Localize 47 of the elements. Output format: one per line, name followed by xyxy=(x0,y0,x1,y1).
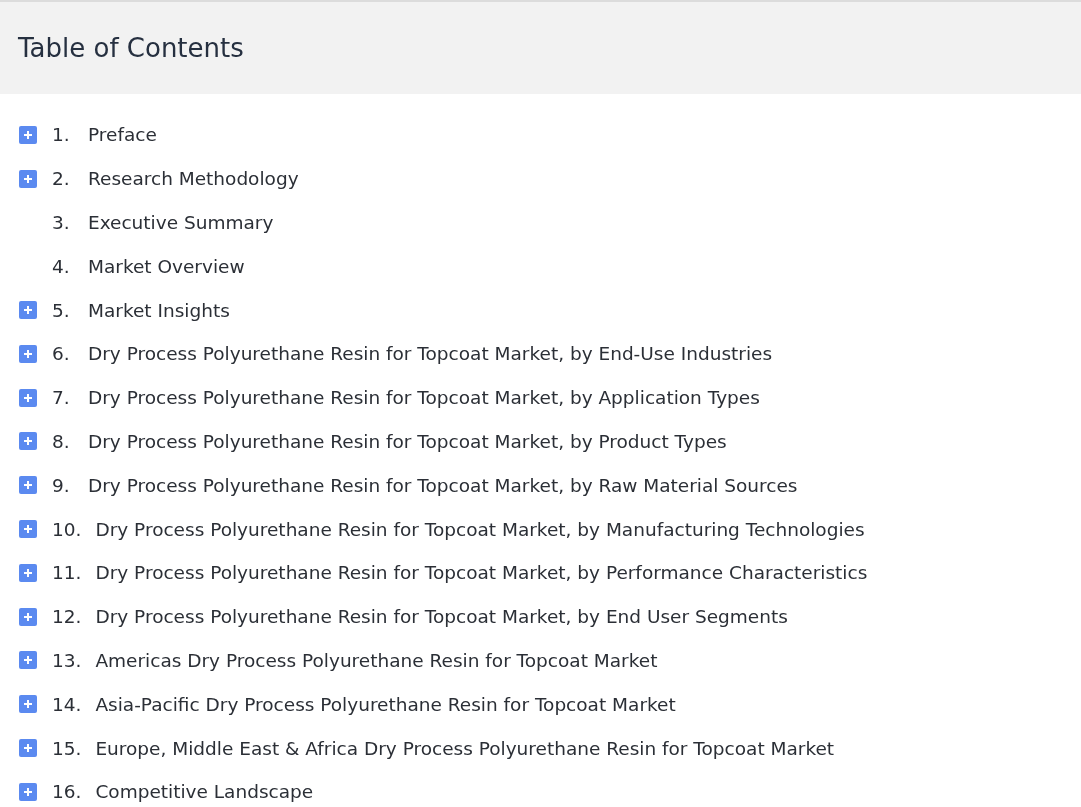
section-title: Table of Contents xyxy=(18,33,244,63)
expand-icon[interactable] xyxy=(19,607,37,626)
toc-link[interactable]: Americas Dry Process Polyurethane Resin for Topcoat Market xyxy=(95,649,658,671)
item-number: 5. xyxy=(52,299,71,321)
expand-icon[interactable] xyxy=(19,344,37,363)
item-number: 15. xyxy=(52,737,82,759)
toc-link[interactable]: Dry Process Polyurethane Resin for Topcoat Market, by End-Use Industries xyxy=(88,343,773,365)
toc-link[interactable]: Dry Process Polyurethane Resin for Topcoat Market, by Performance Characteristics xyxy=(95,562,868,584)
item-number: 3. xyxy=(52,212,71,233)
toc-link[interactable]: Dry Process Polyurethane Resin for Topcoat Market, by Product Types xyxy=(88,430,727,452)
item-number: 1. xyxy=(52,124,71,146)
item-number: 9. xyxy=(52,474,71,496)
toc-link[interactable]: Market Overview xyxy=(88,255,245,277)
toc-link[interactable]: Dry Process Polyurethane Resin for Topcoat Market, by Manufacturing Technologies xyxy=(95,518,865,540)
expand-icon[interactable] xyxy=(19,782,37,801)
item-number: 16. xyxy=(52,781,82,803)
item-number: 12. xyxy=(52,606,82,628)
item-number: 10. xyxy=(52,518,82,540)
item-number: 6. xyxy=(52,343,71,365)
item-number: 2. xyxy=(52,168,71,190)
toc-link[interactable]: Competitive Landscape xyxy=(95,781,314,803)
toc-link[interactable]: Dry Process Polyurethane Resin for Topcoat Market, by Raw Material Sources xyxy=(88,474,798,496)
expand-icon[interactable] xyxy=(19,432,37,451)
expand-icon[interactable] xyxy=(19,520,37,539)
expand-icon[interactable] xyxy=(19,169,37,188)
item-number: 11. xyxy=(52,562,82,584)
toc-link[interactable]: Executive Summary xyxy=(88,212,274,233)
toc-link[interactable]: Europe, Middle East & Africa Dry Process Polyurethane Resin for Topcoat Market xyxy=(95,737,835,759)
item-number: 8. xyxy=(52,430,71,452)
expand-icon[interactable] xyxy=(19,301,37,320)
item-number: 4. xyxy=(52,255,71,277)
expand-icon[interactable] xyxy=(19,651,37,670)
item-number: 13. xyxy=(52,649,82,671)
toc-link[interactable]: Dry Process Polyurethane Resin for Topcoat Market, by End User Segments xyxy=(95,606,788,628)
expand-icon[interactable] xyxy=(19,739,37,758)
expand-icon[interactable] xyxy=(19,476,37,495)
item-number: 14. xyxy=(52,693,82,715)
toc-link[interactable]: Asia-Pacific Dry Process Polyurethane Resin for Topcoat Market xyxy=(95,693,676,715)
toc-link[interactable]: Market Insights xyxy=(88,299,230,321)
expand-icon[interactable] xyxy=(19,563,37,582)
toc-link[interactable]: Research Methodology xyxy=(88,168,299,190)
toc-link[interactable]: Preface xyxy=(88,124,157,146)
expand-icon[interactable] xyxy=(19,125,37,144)
expand-icon[interactable] xyxy=(19,695,37,714)
toc-link[interactable]: Dry Process Polyurethane Resin for Topcoat Market, by Application Types xyxy=(88,387,760,409)
expand-icon[interactable] xyxy=(19,388,37,407)
item-number: 7. xyxy=(52,387,71,409)
